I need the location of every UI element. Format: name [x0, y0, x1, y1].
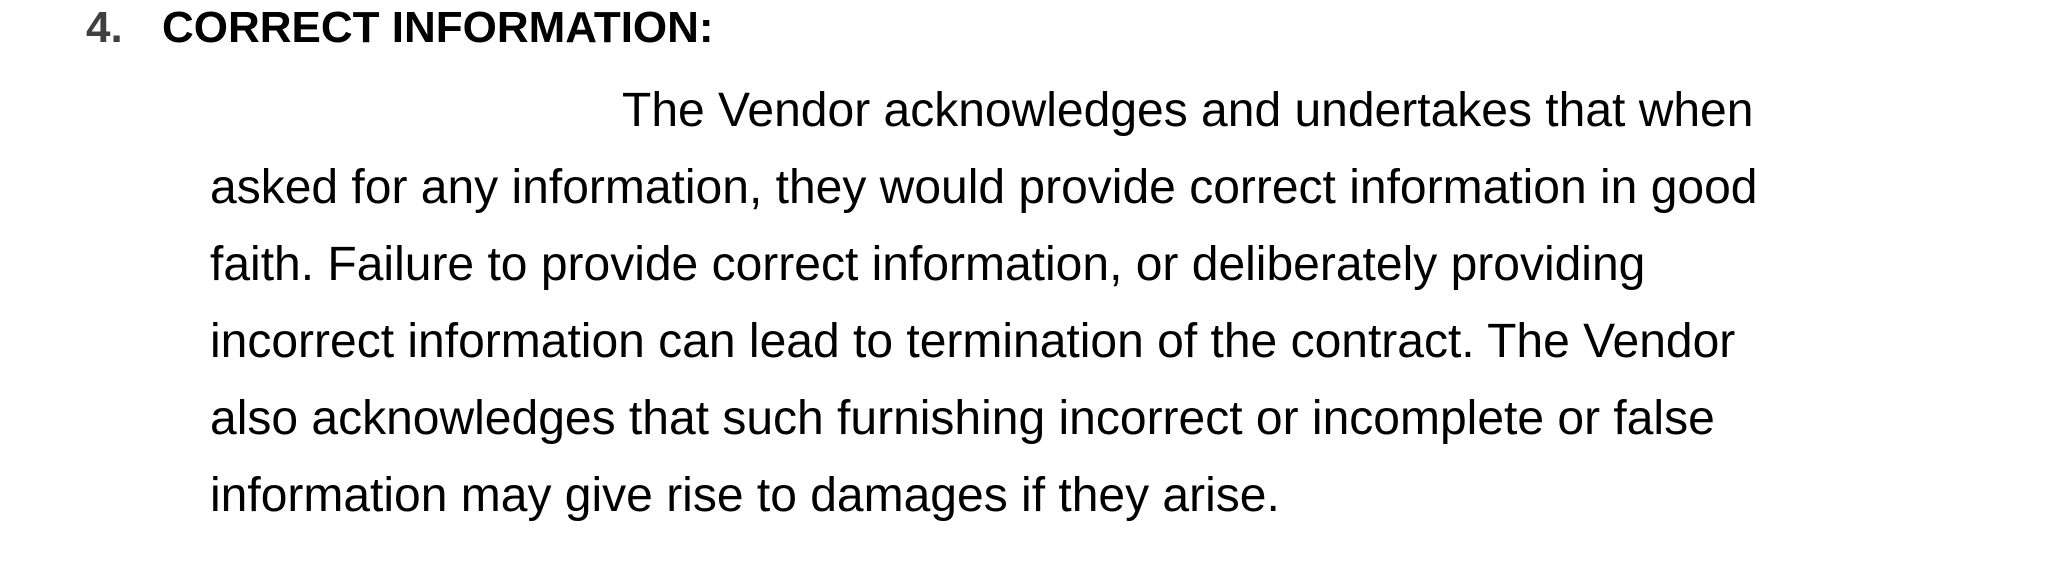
clause-paragraph: The Vendor acknowledges and undertakes t…: [210, 72, 2010, 534]
paragraph-line: faith. Failure to provide correct inform…: [210, 238, 1646, 291]
clause-heading: 4. CORRECT INFORMATION:: [86, 0, 714, 56]
paragraph-line: information may give rise to damages if …: [210, 469, 1280, 522]
clause-number: 4.: [86, 3, 123, 52]
paragraph-line: also acknowledges that such furnishing i…: [210, 392, 1715, 445]
paragraph-line: asked for any information, they would pr…: [210, 161, 1758, 214]
paragraph-line: incorrect information can lead to termin…: [210, 315, 1736, 368]
clause-title: CORRECT INFORMATION:: [162, 3, 714, 52]
paragraph-line: The Vendor acknowledges and undertakes t…: [622, 84, 1754, 137]
clause-section: 4. CORRECT INFORMATION: The Vendor ackno…: [0, 0, 2050, 569]
